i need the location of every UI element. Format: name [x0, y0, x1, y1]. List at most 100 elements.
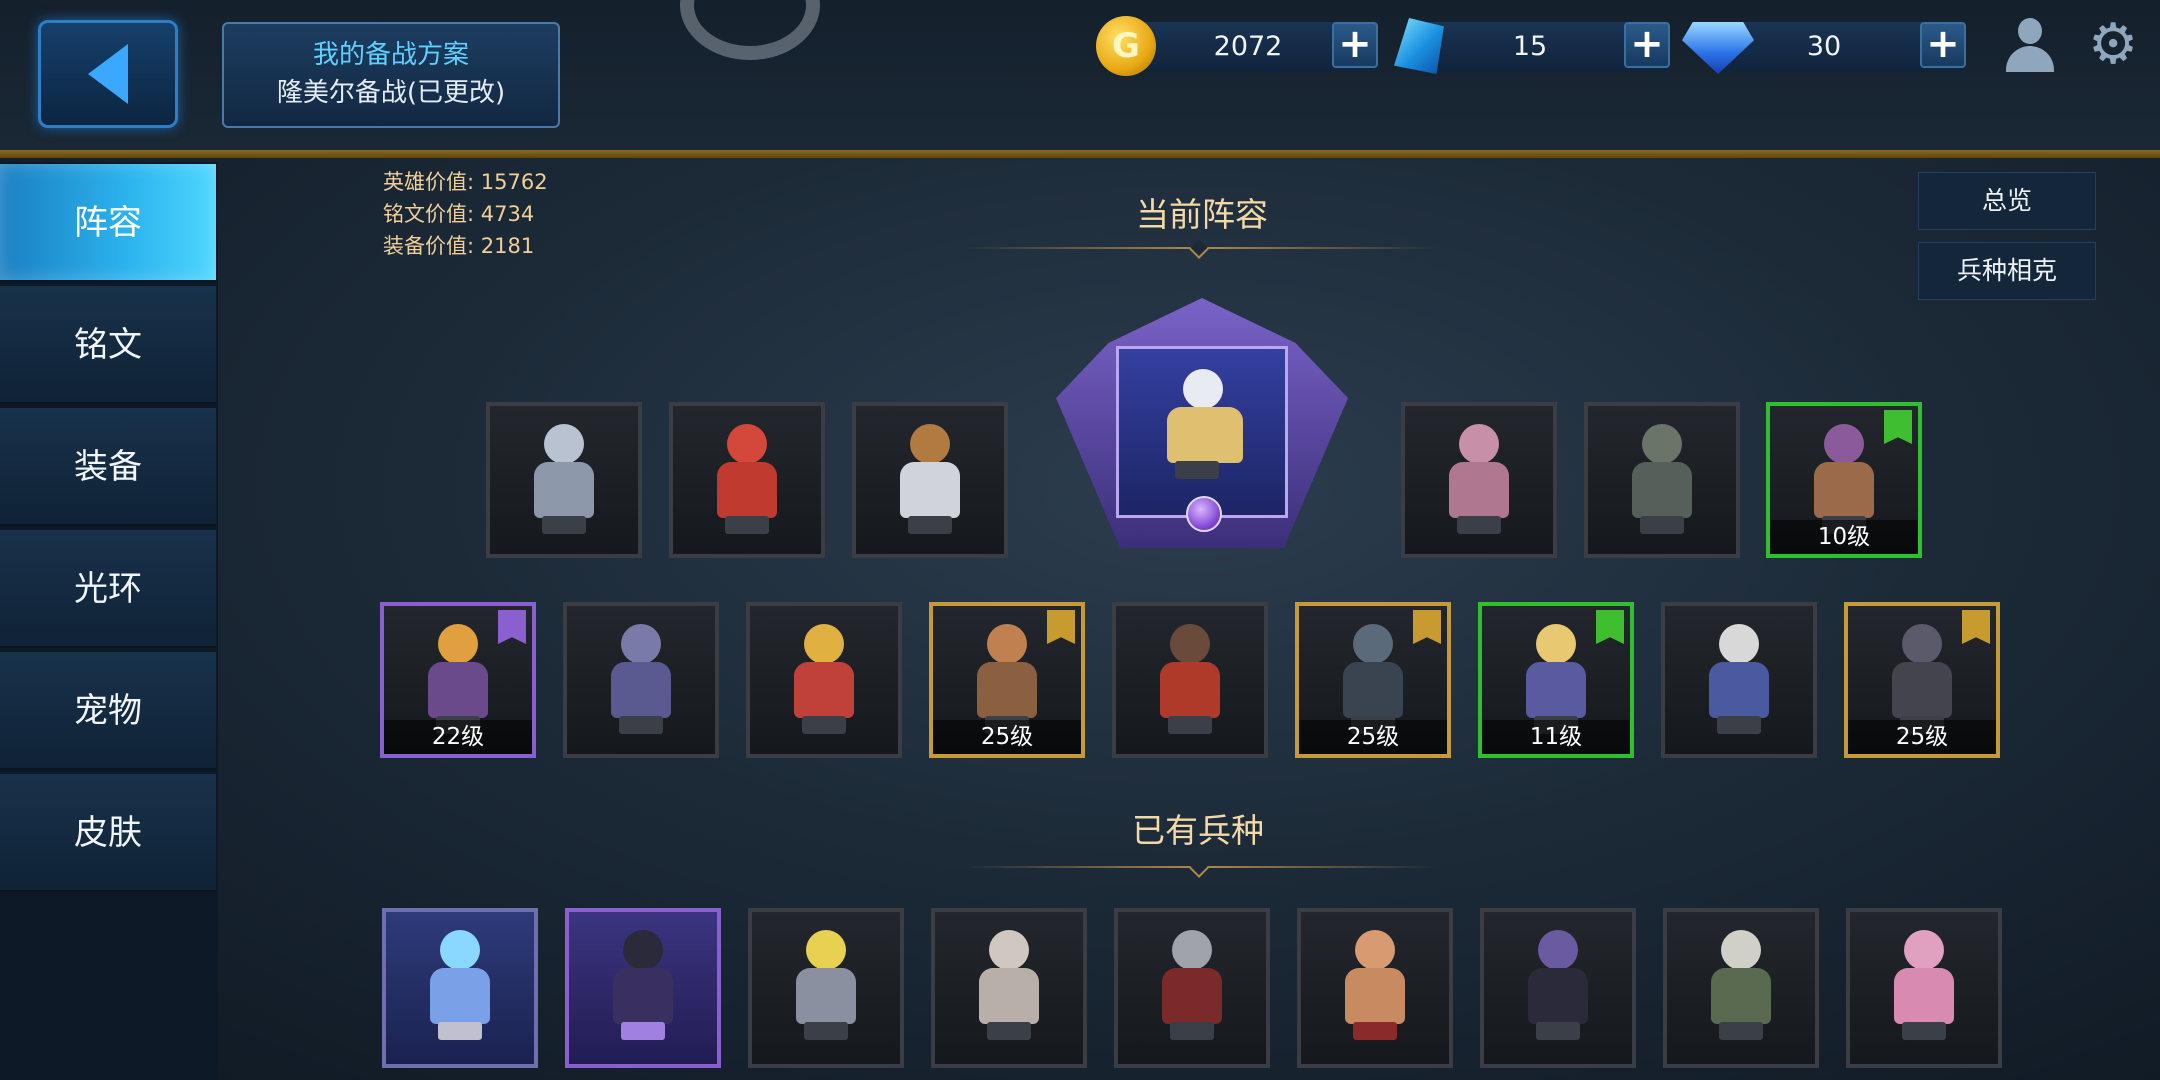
leader-gem-icon — [1186, 496, 1222, 532]
unit-figure — [711, 424, 783, 534]
unit-figure — [1705, 930, 1777, 1040]
lineup-slot-swordsman[interactable] — [852, 402, 1008, 558]
unit-counter-button[interactable]: 兵种相克 — [1918, 242, 2096, 300]
lineup-slot-monk[interactable] — [1112, 602, 1268, 758]
unit-figure — [971, 624, 1043, 734]
sidebar-item-skins[interactable]: 皮肤 — [0, 774, 216, 892]
unit-level: 25级 — [1848, 720, 1996, 754]
back-button[interactable] — [38, 20, 178, 128]
owned-unit-brawler[interactable] — [1297, 908, 1453, 1068]
unit-figure — [1520, 624, 1592, 734]
owned-units-title: 已有兵种 — [1132, 811, 1264, 850]
unit-level — [750, 720, 898, 754]
unit-figure — [973, 930, 1045, 1040]
hero-value: 英雄价值: 15762 — [383, 170, 548, 194]
unit-figure — [1703, 624, 1775, 734]
unit-level — [490, 520, 638, 554]
profile-body — [2006, 46, 2054, 72]
owned-unit-orc-soldier[interactable] — [1663, 908, 1819, 1068]
rune-value: 铭文价值: 4734 — [383, 202, 535, 226]
unit-level — [1116, 720, 1264, 754]
back-arrow-icon — [88, 44, 128, 104]
leader-portrait — [1116, 346, 1288, 518]
current-lineup-title: 当前阵容 — [1136, 195, 1268, 234]
unit-figure — [528, 424, 600, 534]
blue-crystal-icon — [1394, 18, 1444, 74]
top-bar-divider — [0, 150, 2160, 158]
rank-banner-icon — [1884, 410, 1912, 444]
unit-level: 11级 — [1482, 720, 1630, 754]
unit-figure — [424, 930, 496, 1040]
crystal-amount: 15 — [1512, 31, 1548, 62]
owned-unit-vampire[interactable] — [1480, 908, 1636, 1068]
unit-figure — [790, 930, 862, 1040]
plan-title: 我的备战方案 — [312, 40, 469, 70]
unit-figure — [422, 624, 494, 734]
lineup-slot-ninja[interactable] — [1584, 402, 1740, 558]
unit-figure — [1156, 930, 1228, 1040]
unit-figure — [605, 624, 677, 734]
owned-units-divider — [964, 858, 1436, 878]
lineup-slot-wizard-rider[interactable] — [1661, 602, 1817, 758]
lineup-slot-knight[interactable] — [486, 402, 642, 558]
lineup-slot-valkyrie[interactable]: 11级 — [1478, 602, 1634, 758]
unit-level — [1665, 720, 1813, 754]
battle-plan-selector[interactable]: 我的备战方案 隆美尔备战(已更改) — [222, 22, 560, 128]
plan-name: 隆美尔备战(已更改) — [276, 78, 506, 108]
sidebar-item-lineup[interactable]: 阵容 — [0, 164, 216, 282]
add-crystal-button[interactable]: + — [1624, 22, 1670, 68]
sidebar-item-equipment[interactable]: 装备 — [0, 408, 216, 526]
lineup-slot-dark-knight[interactable]: 25级 — [1844, 602, 2000, 758]
unit-level — [1405, 520, 1553, 554]
lineup-slot-werewolf[interactable]: 25级 — [1295, 602, 1451, 758]
owned-unit-witch[interactable] — [1846, 908, 2002, 1068]
profile-icon[interactable] — [2006, 18, 2054, 72]
leader-hero-slot[interactable] — [1056, 298, 1348, 548]
unit-level: 10级 — [1770, 520, 1918, 554]
unit-figure — [1161, 369, 1249, 479]
lineup-slot-crossbowman[interactable] — [563, 602, 719, 758]
lineup-slot-cavalry[interactable] — [746, 602, 902, 758]
current-lineup-divider — [964, 239, 1436, 259]
rank-banner-icon — [1596, 610, 1624, 644]
unit-figure — [1337, 624, 1409, 734]
lineup-slot-orc[interactable]: 10级 — [1766, 402, 1922, 558]
sidebar-item-runes[interactable]: 铭文 — [0, 286, 216, 404]
sidebar-item-aura[interactable]: 光环 — [0, 530, 216, 648]
add-gold-button[interactable]: + — [1332, 22, 1378, 68]
add-diamond-button[interactable]: + — [1920, 22, 1966, 68]
unit-figure — [1626, 424, 1698, 534]
rank-banner-icon — [1047, 610, 1075, 644]
owned-unit-armored-knight[interactable] — [1114, 908, 1270, 1068]
owned-unit-crystal[interactable] — [382, 908, 538, 1068]
unit-level: 22级 — [384, 720, 532, 754]
overview-button[interactable]: 总览 — [1918, 172, 2096, 230]
unit-figure — [1522, 930, 1594, 1040]
unit-level — [567, 720, 715, 754]
unit-figure — [1154, 624, 1226, 734]
sidebar-item-pets[interactable]: 宠物 — [0, 652, 216, 770]
unit-figure — [1888, 930, 1960, 1040]
rank-banner-icon — [1413, 610, 1441, 644]
owned-unit-blond-knight[interactable] — [748, 908, 904, 1068]
unit-figure — [1443, 424, 1515, 534]
unit-level: 25级 — [933, 720, 1081, 754]
unit-level — [673, 520, 821, 554]
loading-spinner-icon — [680, 0, 820, 60]
rank-banner-icon — [1962, 610, 1990, 644]
top-bar: 我的备战方案 隆美尔备战(已更改) 2072 G + 15 + 30 + ⚙ — [0, 0, 2160, 150]
divider-notch — [1189, 858, 1209, 878]
gear-icon[interactable]: ⚙ — [2088, 17, 2138, 73]
sidebar: 阵容 铭文 装备 光环 宠物 皮肤 — [0, 162, 218, 1080]
unit-figure — [1808, 424, 1880, 534]
rank-banner-icon — [498, 610, 526, 644]
lineup-slot-viking[interactable]: 25级 — [929, 602, 1085, 758]
unit-level: 25级 — [1299, 720, 1447, 754]
owned-unit-priestess[interactable] — [931, 908, 1087, 1068]
lineup-slot-mummy[interactable] — [1401, 402, 1557, 558]
owned-unit-dark-lord[interactable] — [565, 908, 721, 1068]
unit-figure — [607, 930, 679, 1040]
lineup-slot-cat-warrior[interactable]: 22级 — [380, 602, 536, 758]
unit-figure — [788, 624, 860, 734]
lineup-slot-red-knight[interactable] — [669, 402, 825, 558]
